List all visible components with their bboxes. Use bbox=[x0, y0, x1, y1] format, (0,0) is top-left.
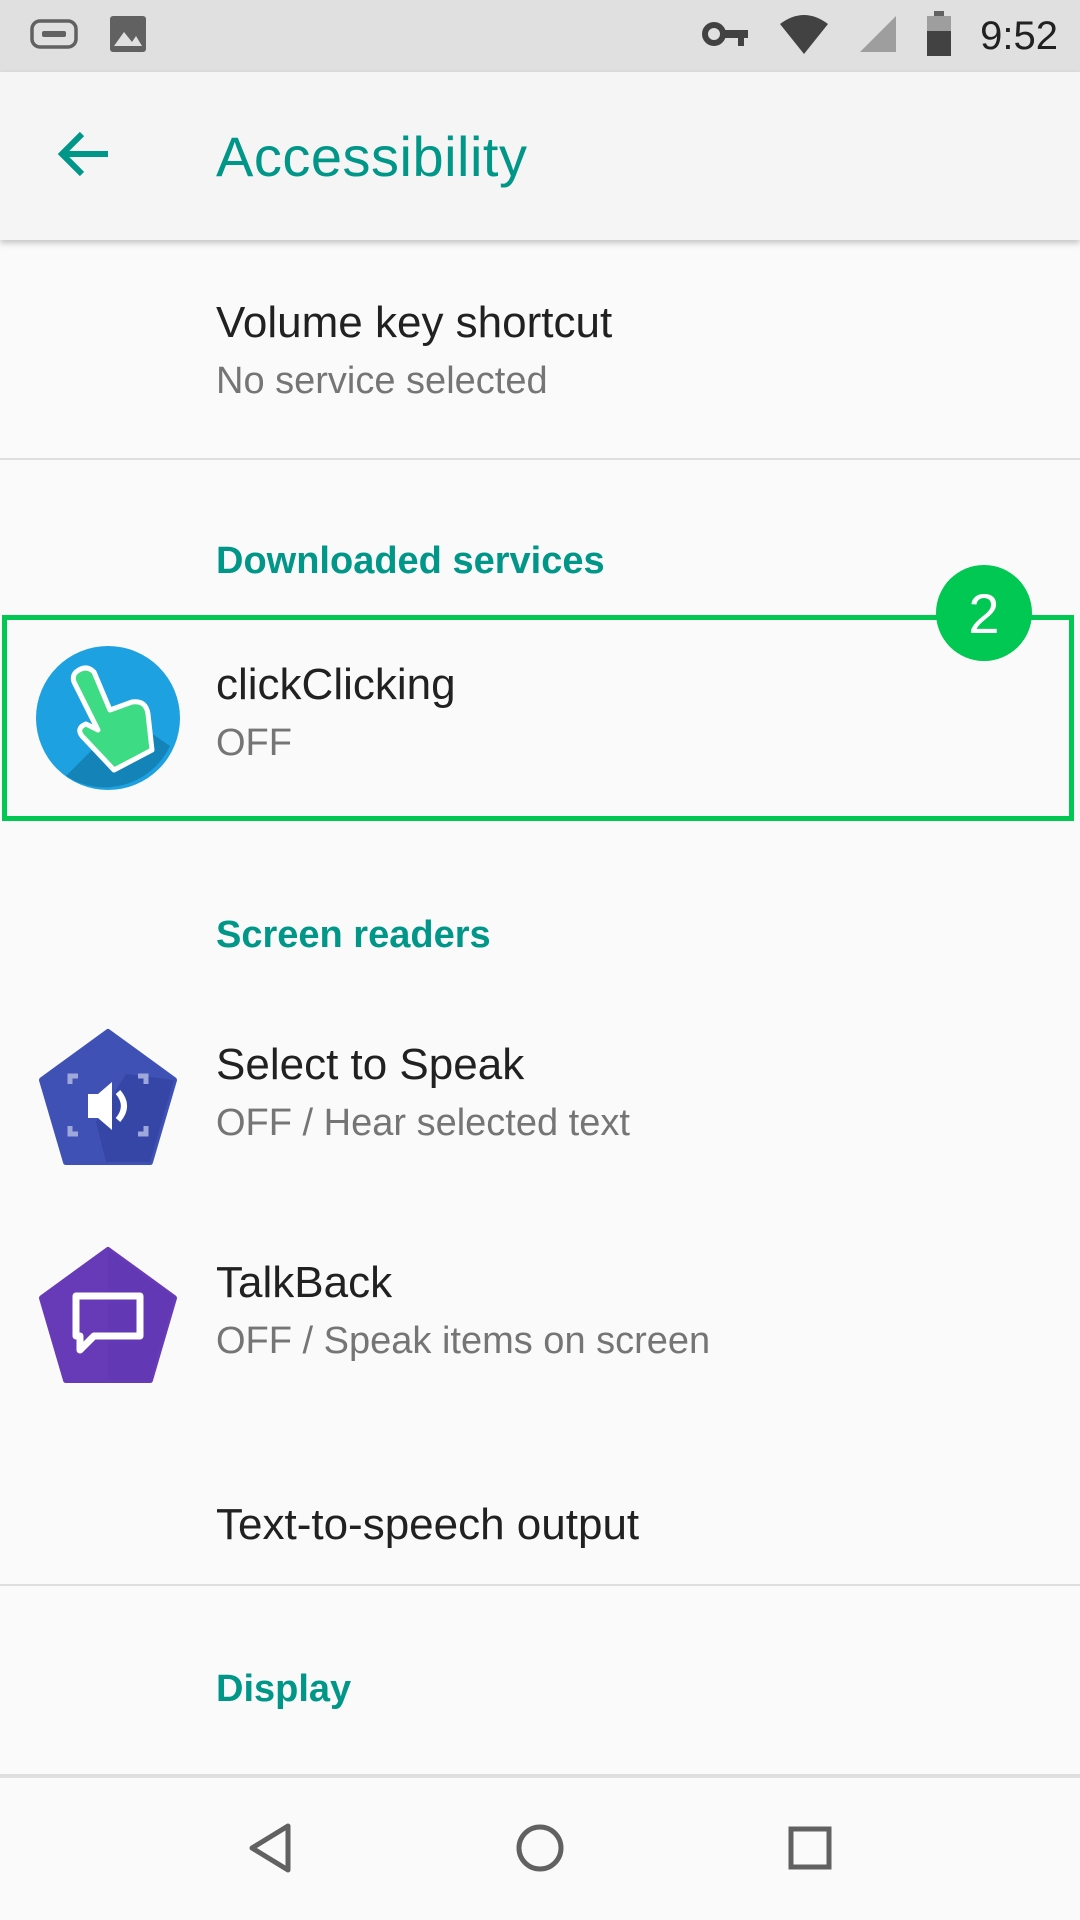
back-button[interactable] bbox=[44, 116, 124, 196]
item-subtitle: No service selected bbox=[216, 360, 548, 402]
list-item-volume-key-shortcut[interactable]: Volume key shortcut No service selected bbox=[0, 240, 1080, 458]
divider bbox=[0, 1584, 1080, 1586]
item-title: Text-to-speech output bbox=[216, 1500, 640, 1549]
list-item-clickclicking[interactable]: clickClicking OFF bbox=[0, 620, 1080, 820]
section-header-screen-readers: Screen readers bbox=[216, 914, 491, 956]
list-item-talkback[interactable]: TalkBack OFF / Speak items on screen bbox=[0, 1218, 1080, 1428]
status-right-icons: 9:52 bbox=[702, 10, 1080, 62]
item-title: TalkBack bbox=[216, 1258, 393, 1307]
recents-square-icon bbox=[787, 1825, 833, 1876]
section-header-downloaded-services: Downloaded services bbox=[216, 540, 605, 582]
home-circle-icon bbox=[514, 1822, 566, 1879]
status-bar: 9:52 bbox=[0, 0, 1080, 72]
list-item-select-to-speak[interactable]: Select to Speak OFF / Hear selected text bbox=[0, 1000, 1080, 1210]
item-subtitle: OFF bbox=[216, 722, 292, 764]
app-bar: Accessibility bbox=[0, 72, 1080, 240]
nav-recents-button[interactable] bbox=[768, 1808, 852, 1892]
divider bbox=[0, 458, 1080, 460]
arrow-back-icon bbox=[56, 130, 112, 183]
image-icon bbox=[108, 14, 148, 59]
select-to-speak-icon bbox=[36, 1026, 180, 1170]
signal-icon bbox=[858, 14, 898, 59]
item-title: clickClicking bbox=[216, 660, 456, 709]
item-title: Select to Speak bbox=[216, 1040, 525, 1089]
page-title: Accessibility bbox=[216, 125, 528, 188]
back-triangle-icon bbox=[246, 1822, 294, 1879]
annotation-badge: 2 bbox=[936, 565, 1032, 661]
item-subtitle: OFF / Hear selected text bbox=[216, 1102, 630, 1144]
talkback-icon bbox=[36, 1244, 180, 1388]
section-header-display: Display bbox=[216, 1668, 352, 1710]
list-item-text-to-speech-output[interactable]: Text-to-speech output bbox=[0, 1436, 1080, 1626]
pointing-hand-icon bbox=[36, 646, 180, 790]
navigation-bar bbox=[0, 1776, 1080, 1920]
settings-list: Volume key shortcut No service selected … bbox=[0, 240, 1080, 1776]
status-time: 9:52 bbox=[980, 13, 1058, 58]
nav-home-button[interactable] bbox=[498, 1808, 582, 1892]
item-subtitle: OFF / Speak items on screen bbox=[216, 1320, 711, 1362]
status-left-icons bbox=[0, 14, 148, 59]
vpn-key-icon bbox=[702, 20, 750, 53]
battery-icon bbox=[926, 10, 952, 62]
keyboard-icon bbox=[30, 18, 78, 55]
nav-back-button[interactable] bbox=[228, 1808, 312, 1892]
item-title: Volume key shortcut bbox=[216, 298, 613, 347]
wifi-icon bbox=[778, 14, 830, 59]
